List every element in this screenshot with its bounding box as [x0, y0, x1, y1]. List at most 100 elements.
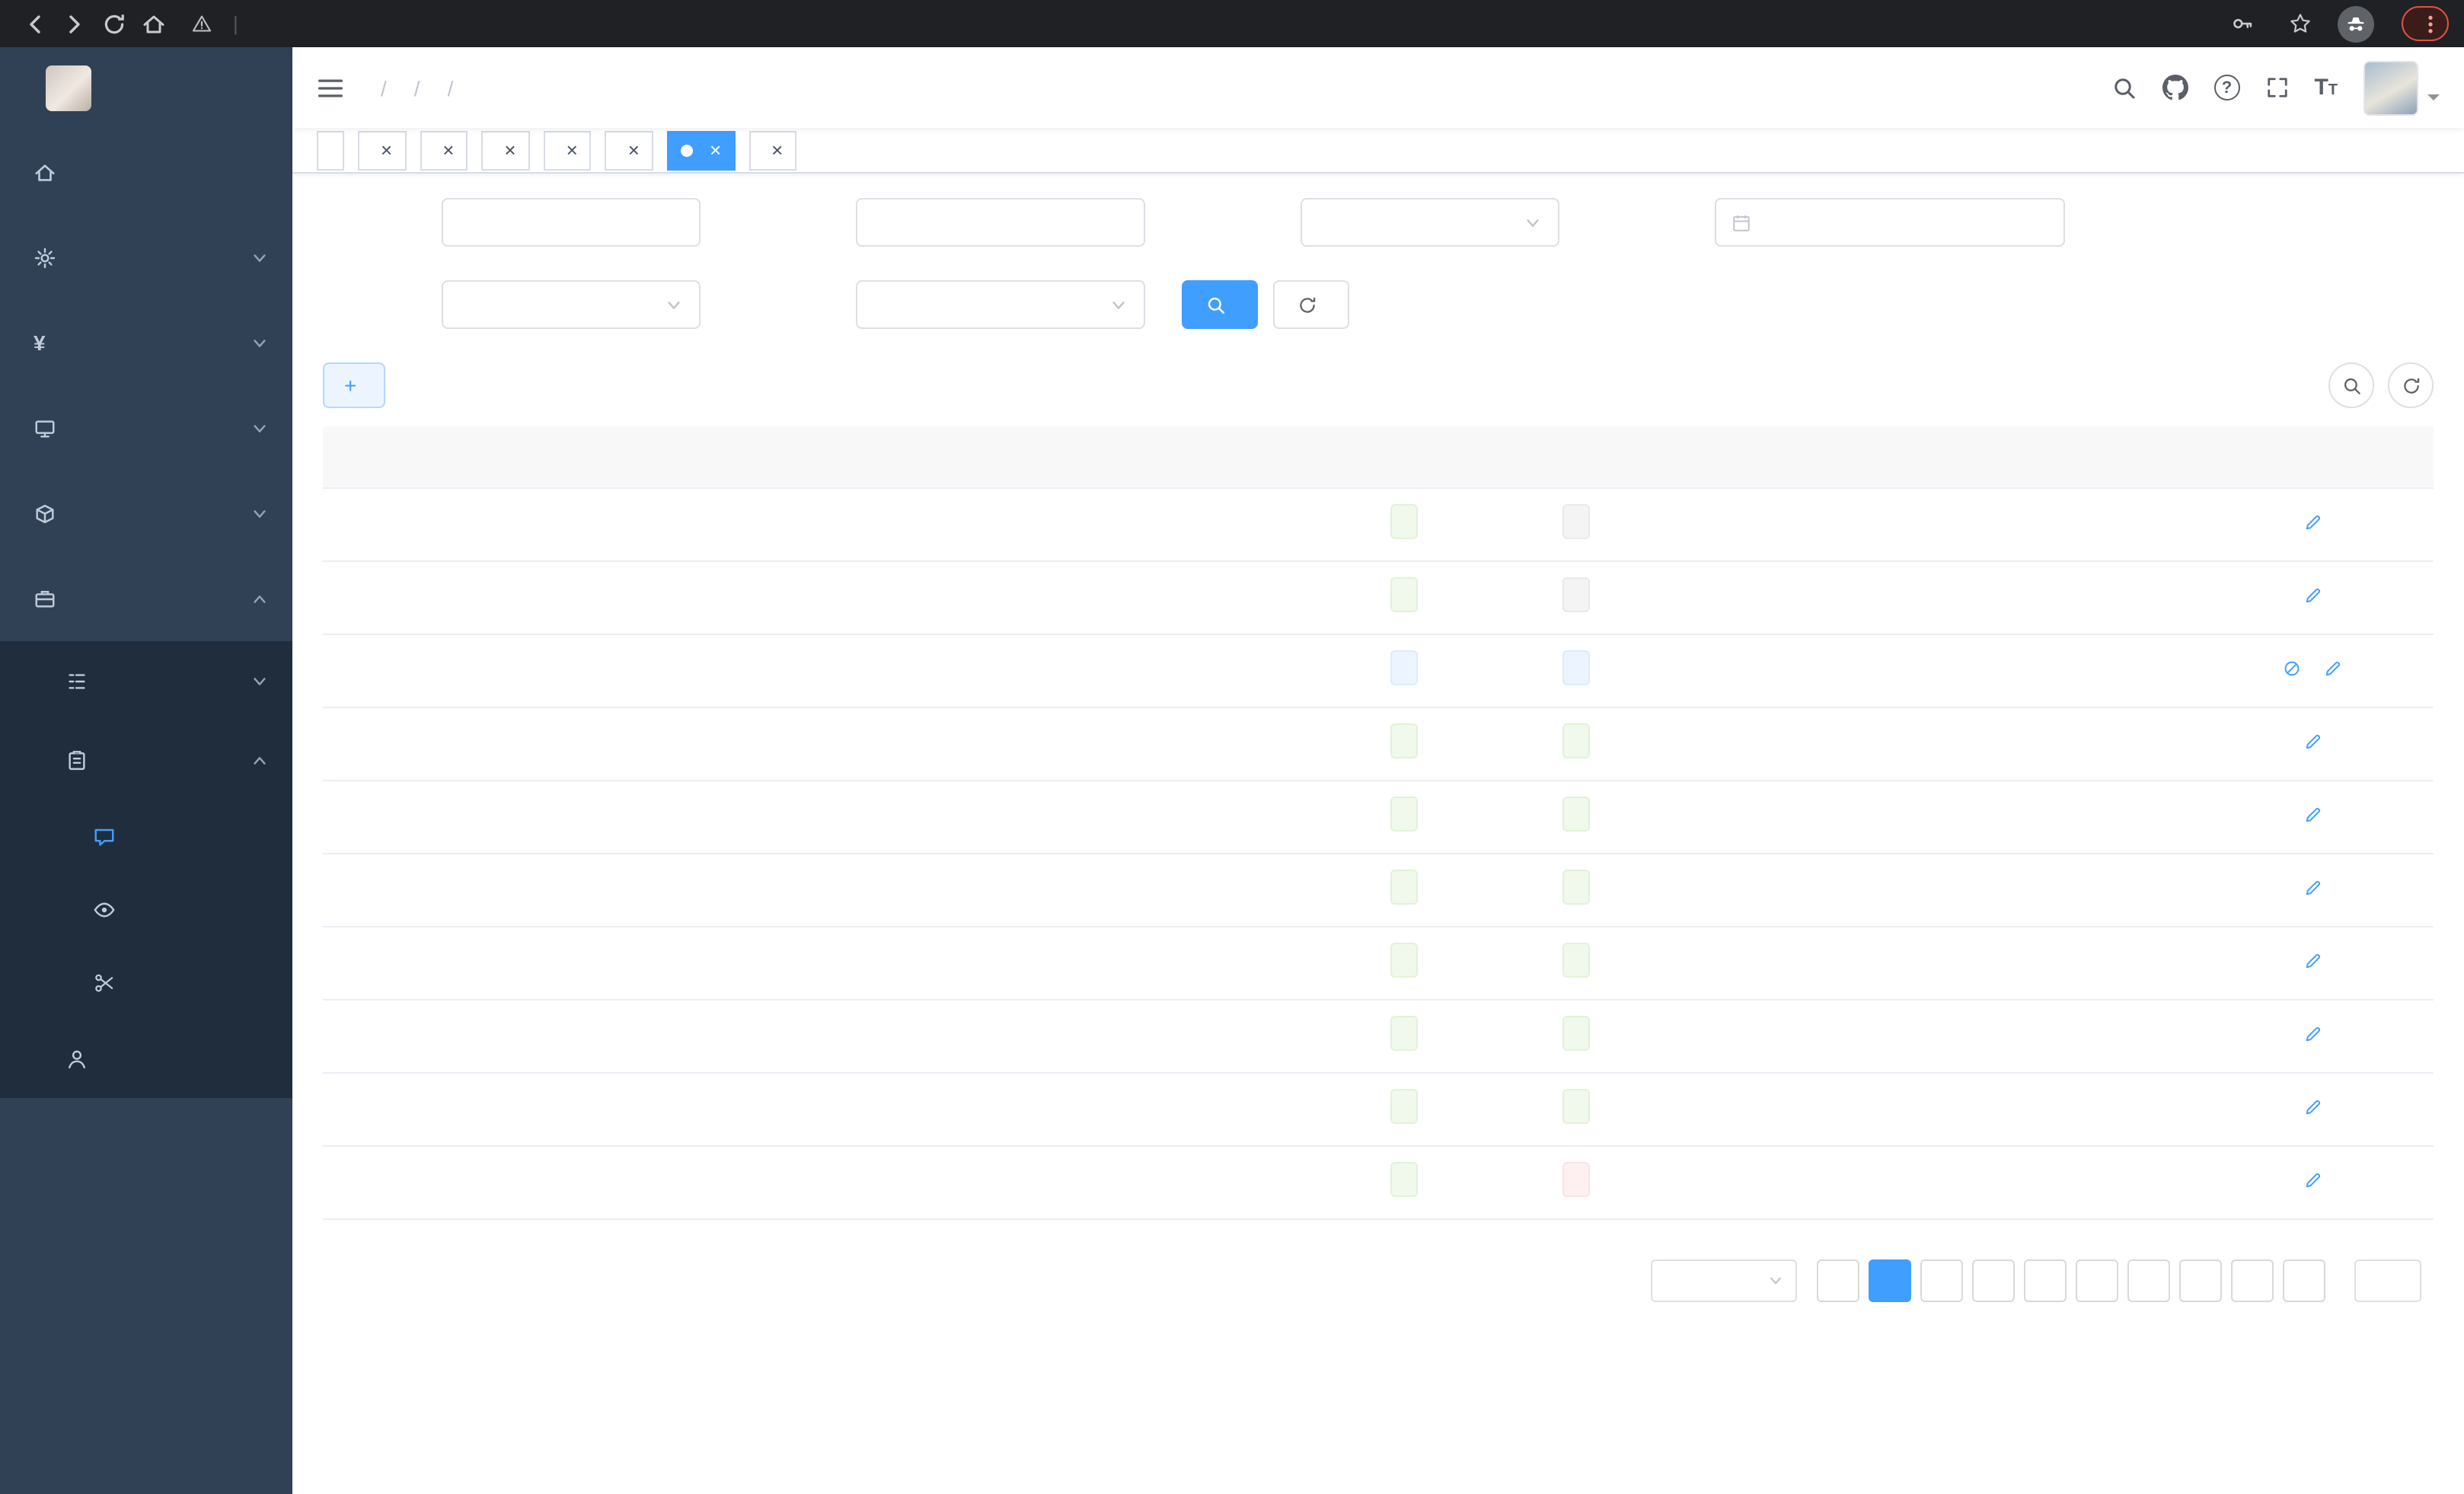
- detail-action[interactable]: [2303, 1098, 2326, 1116]
- page-button-6[interactable]: [2127, 1259, 2170, 1301]
- status-tag: [1390, 870, 1418, 905]
- address-separator: |: [233, 12, 238, 35]
- view-tab-4[interactable]: ×: [544, 130, 592, 170]
- page-button-11[interactable]: [2231, 1259, 2274, 1301]
- page-button-3[interactable]: [1972, 1259, 2015, 1301]
- browser-menu-icon[interactable]: [2427, 13, 2434, 34]
- cell-id: [323, 1072, 795, 1145]
- view-tab-6[interactable]: ×: [667, 130, 735, 170]
- sidebar-item-5[interactable]: [0, 556, 292, 641]
- page-button-5[interactable]: [2076, 1259, 2118, 1301]
- sidebar-item-8[interactable]: [0, 800, 292, 873]
- cancel-action[interactable]: [2283, 659, 2306, 678]
- home-icon[interactable]: [134, 4, 174, 43]
- page-button-4[interactable]: [2024, 1259, 2067, 1301]
- close-icon[interactable]: ×: [504, 140, 515, 160]
- detail-action[interactable]: [2303, 733, 2326, 751]
- cell-submit-time: [1663, 707, 1929, 780]
- cell-name: [795, 926, 970, 999]
- cell-name: [795, 1145, 970, 1218]
- fullscreen-icon[interactable]: [2265, 76, 2288, 99]
- close-icon[interactable]: ×: [381, 140, 392, 160]
- detail-action[interactable]: [2324, 659, 2347, 678]
- toggle-search-button[interactable]: [2328, 362, 2374, 408]
- view-tab-0[interactable]: [317, 130, 344, 170]
- sidebar-item-0[interactable]: [0, 129, 292, 215]
- sidebar-item-2[interactable]: ¥: [0, 300, 292, 385]
- forward-icon[interactable]: [55, 4, 94, 43]
- parent-process-input[interactable]: [856, 198, 1145, 247]
- sidebar-item-4[interactable]: [0, 471, 292, 556]
- close-icon[interactable]: ×: [710, 140, 721, 160]
- avatar[interactable]: [2363, 60, 2418, 115]
- bookmark-star-icon[interactable]: [2280, 4, 2319, 43]
- cell-submit-time: [1663, 487, 1929, 560]
- person-icon: [65, 1047, 88, 1070]
- chevron-up-icon: [251, 590, 268, 607]
- view-tab-7[interactable]: ×: [748, 130, 796, 170]
- prev-page-button[interactable]: [1817, 1259, 1859, 1301]
- user-menu[interactable]: [2363, 60, 2440, 115]
- sidebar-item-10[interactable]: [0, 946, 292, 1019]
- pager-ellipsis[interactable]: [2179, 1259, 2222, 1301]
- detail-action[interactable]: [2303, 952, 2326, 970]
- cell-result: [1488, 853, 1663, 926]
- detail-action[interactable]: [2303, 1171, 2326, 1189]
- detail-action[interactable]: [2303, 879, 2326, 897]
- close-icon[interactable]: ×: [628, 140, 640, 160]
- pager: [1812, 1259, 2330, 1301]
- font-size-icon[interactable]: TT: [2314, 76, 2338, 99]
- detail-action[interactable]: [2303, 513, 2326, 532]
- status-tag: [1390, 1016, 1418, 1051]
- sidebar-item-11[interactable]: [0, 1019, 292, 1098]
- github-icon[interactable]: [2162, 75, 2188, 101]
- search-icon[interactable]: [2111, 75, 2136, 100]
- app-logo: [46, 65, 91, 111]
- view-tab-3[interactable]: ×: [481, 130, 529, 170]
- cell-actions: [2196, 487, 2434, 560]
- date-range-picker[interactable]: [1715, 198, 2065, 247]
- cell-id: [323, 853, 795, 926]
- status-select[interactable]: [442, 280, 701, 329]
- process-name-input[interactable]: [442, 198, 701, 247]
- reload-icon[interactable]: [94, 4, 134, 43]
- result-select[interactable]: [856, 280, 1145, 329]
- refresh-table-button[interactable]: [2388, 362, 2434, 408]
- view-tab-1[interactable]: ×: [358, 130, 406, 170]
- view-tab-5[interactable]: ×: [605, 130, 653, 170]
- back-icon[interactable]: [15, 4, 55, 43]
- close-icon[interactable]: ×: [771, 140, 783, 160]
- detail-action[interactable]: [2303, 586, 2326, 605]
- sidebar-item-6[interactable]: [0, 641, 292, 720]
- close-icon[interactable]: ×: [442, 140, 454, 160]
- filter-status: [323, 280, 701, 329]
- page-size-select[interactable]: [1651, 1259, 1797, 1301]
- cell-actions: [2196, 707, 2434, 780]
- help-icon[interactable]: ?: [2213, 75, 2239, 101]
- reset-button[interactable]: [1273, 280, 1349, 329]
- detail-action[interactable]: [2303, 1025, 2326, 1043]
- column-header-6: [1663, 426, 1929, 487]
- key-icon[interactable]: [2222, 4, 2261, 43]
- hamburger-icon[interactable]: [317, 74, 344, 101]
- column-header-7: [1929, 426, 2196, 487]
- sidebar-item-7[interactable]: [0, 720, 292, 800]
- close-icon[interactable]: ×: [567, 140, 578, 160]
- page-button-2[interactable]: [1920, 1259, 1963, 1301]
- next-page-button[interactable]: [2283, 1259, 2325, 1301]
- sidebar-item-9[interactable]: [0, 873, 292, 946]
- cell-task: [1138, 780, 1320, 853]
- category-select[interactable]: [1301, 198, 1559, 247]
- page-button-1[interactable]: [1869, 1259, 1911, 1301]
- detail-action[interactable]: [2303, 806, 2326, 824]
- update-button[interactable]: [2402, 6, 2449, 41]
- address-bar[interactable]: |: [192, 5, 2204, 42]
- view-tab-2[interactable]: ×: [420, 130, 468, 170]
- sidebar-item-3[interactable]: [0, 385, 292, 471]
- app-logo-row[interactable]: [0, 47, 292, 129]
- search-button[interactable]: [1182, 280, 1258, 329]
- sidebar-item-1[interactable]: [0, 215, 292, 300]
- create-process-button[interactable]: +: [323, 362, 385, 408]
- goto-page-input[interactable]: [2354, 1259, 2421, 1301]
- goto-page: [2345, 1259, 2430, 1301]
